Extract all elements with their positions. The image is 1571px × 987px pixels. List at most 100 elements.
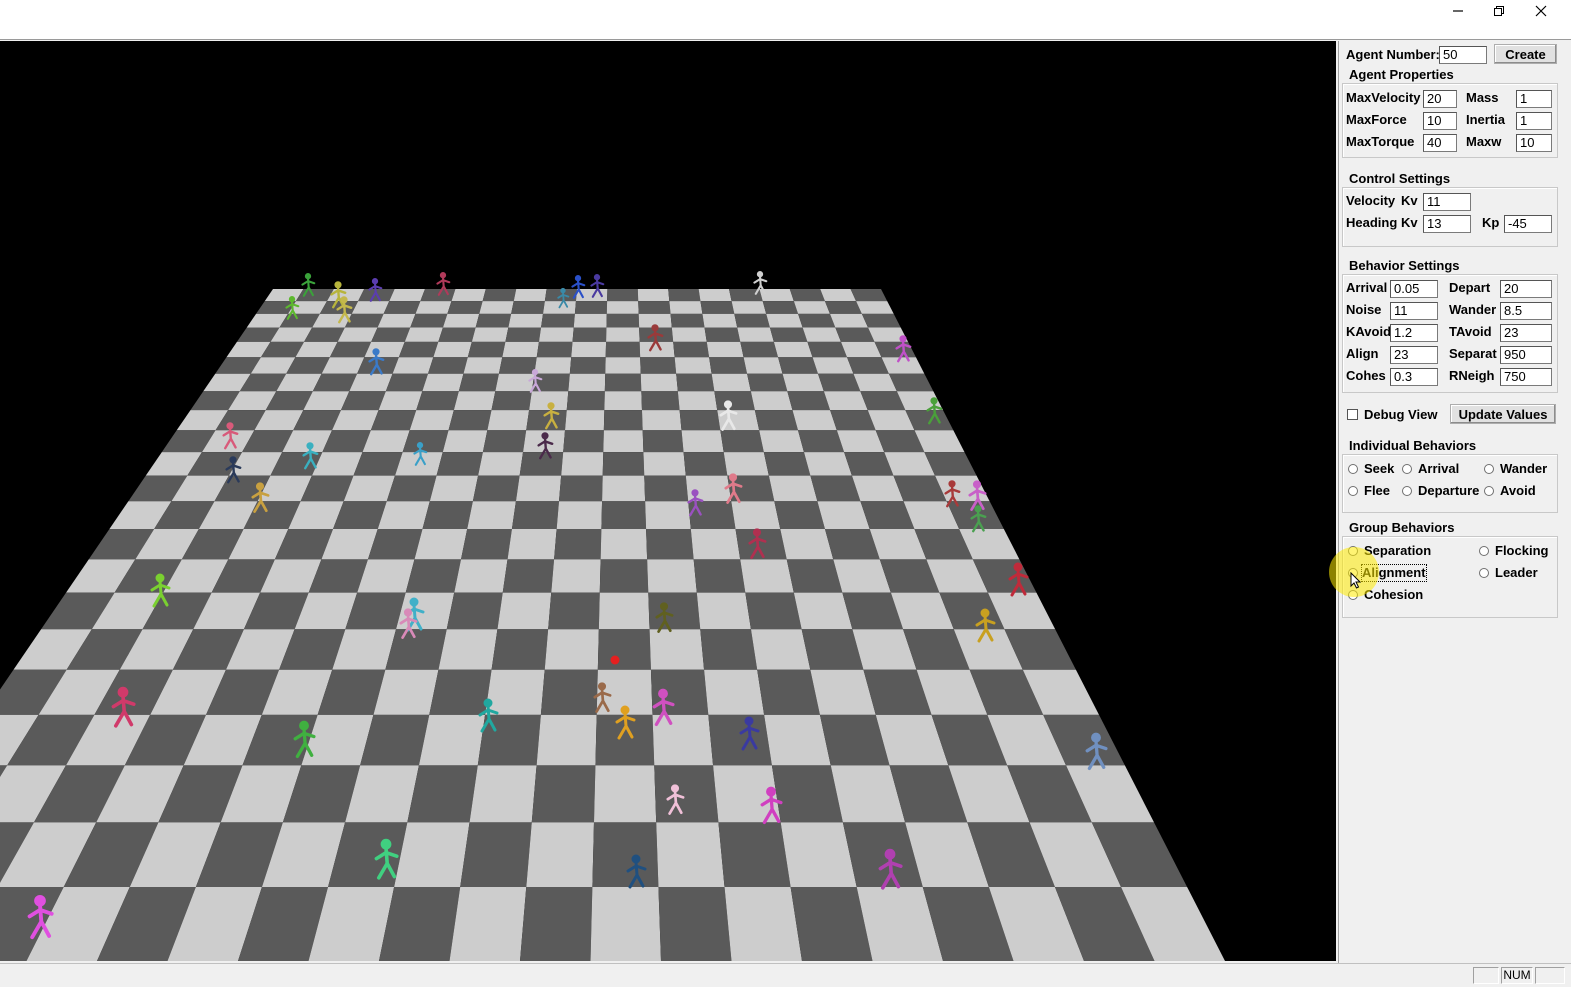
individual-behaviors-title: Individual Behaviors (1347, 438, 1479, 454)
alignment-label[interactable]: Alignment (1361, 564, 1427, 582)
floor-tile (881, 357, 925, 374)
seek-radio[interactable] (1348, 464, 1358, 474)
floor-tile (602, 452, 645, 476)
separat-setting-input[interactable]: 950 (1500, 346, 1552, 364)
floor-tile (724, 886, 802, 961)
floor-tile (427, 357, 468, 374)
flee-radio[interactable] (1348, 486, 1358, 496)
floor-tile (515, 475, 562, 502)
floor-tile (708, 714, 772, 766)
floor-tile (786, 559, 843, 593)
floor-tile (593, 765, 657, 823)
rneigh-setting-input[interactable]: 750 (1500, 368, 1552, 386)
restore-icon (1494, 6, 1504, 16)
tavoid-setting-input[interactable]: 23 (1500, 324, 1552, 342)
flocking-radio[interactable] (1479, 546, 1489, 556)
cohesion-radio[interactable] (1348, 590, 1358, 600)
floor-tile (604, 373, 642, 392)
wander-setting-input[interactable]: 8.5 (1500, 302, 1552, 320)
maxw-input[interactable]: 10 (1516, 134, 1552, 152)
minimize-button[interactable] (1438, 0, 1478, 22)
floor-tile (671, 327, 707, 342)
departure-radio[interactable] (1402, 486, 1412, 496)
debug-view-label[interactable]: Debug View (1364, 407, 1437, 423)
maxvelocity-input[interactable]: 20 (1423, 90, 1457, 108)
scene-canvas[interactable] (0, 41, 1336, 961)
align-setting-label: Align (1346, 346, 1379, 361)
kp-input[interactable]: -45 (1504, 215, 1552, 233)
floor-tile (766, 313, 803, 328)
heading-kv-input[interactable]: 13 (1423, 215, 1471, 233)
floor-tile (711, 373, 751, 392)
leader-label[interactable]: Leader (1495, 565, 1538, 581)
kavoid-setting-input[interactable]: 1.2 (1390, 324, 1438, 342)
floor-tile (874, 341, 916, 358)
close-button[interactable] (1521, 0, 1561, 22)
floor-tile (690, 529, 741, 560)
update-values-button[interactable]: Update Values (1450, 404, 1556, 424)
leader-radio[interactable] (1479, 568, 1489, 578)
noise-setting-input[interactable]: 11 (1390, 302, 1438, 320)
floor-tile (534, 357, 572, 374)
floor-tile (402, 430, 449, 453)
cohes-setting-input[interactable]: 0.3 (1390, 368, 1438, 386)
floor-tile (405, 559, 462, 593)
floor-tile (491, 629, 549, 670)
title-bar (0, 0, 1571, 40)
maxtorque-input[interactable]: 40 (1423, 134, 1457, 152)
maxvelocity-label: MaxVelocity (1346, 90, 1421, 105)
floor-tile (676, 373, 715, 392)
maxforce-input[interactable]: 10 (1423, 112, 1457, 130)
floor-tile (454, 559, 508, 593)
inertia-input[interactable]: 1 (1516, 112, 1552, 130)
floor-tile (544, 629, 599, 670)
debug-view-checkbox[interactable] (1347, 409, 1358, 420)
floor-tile (734, 313, 770, 328)
floor-tile (605, 357, 641, 374)
floor-tile (720, 430, 764, 453)
floor-tile (463, 357, 503, 374)
floor-tile (389, 289, 425, 302)
floor-tile (520, 886, 593, 961)
velocity-kv-input[interactable]: 11 (1423, 193, 1471, 211)
separation-label[interactable]: Separation (1364, 543, 1431, 559)
simulation-viewport[interactable] (0, 41, 1336, 961)
create-button[interactable]: Create (1494, 44, 1557, 64)
separation-radio[interactable] (1348, 546, 1358, 556)
floor-tile (385, 373, 428, 392)
arrival-label[interactable]: Arrival (1418, 461, 1459, 477)
floor-tile (395, 452, 443, 476)
wander-radio[interactable] (1484, 464, 1494, 474)
target-marker (610, 655, 620, 665)
floor-tile (497, 592, 552, 630)
floor-tile (648, 592, 701, 630)
floor-tile (731, 301, 767, 314)
departure-label[interactable]: Departure (1418, 483, 1479, 499)
floor-tile (377, 501, 430, 529)
floor-tile (645, 501, 691, 529)
floor-tile (606, 301, 639, 314)
floor-tile (830, 410, 876, 431)
floor-tile (409, 410, 454, 431)
floor-tile (856, 301, 894, 314)
flee-label[interactable]: Flee (1364, 483, 1390, 499)
floor-tile (574, 301, 608, 314)
agent-number-input[interactable]: 50 (1439, 46, 1487, 64)
wander-label[interactable]: Wander (1500, 461, 1547, 477)
flocking-label[interactable]: Flocking (1495, 543, 1548, 559)
depart-setting-input[interactable]: 20 (1500, 280, 1552, 298)
arrival-setting-input[interactable]: 0.05 (1390, 280, 1438, 298)
floor-tile (807, 341, 848, 358)
mass-input[interactable]: 1 (1516, 90, 1552, 108)
floor-tile (861, 313, 901, 328)
align-setting-input[interactable]: 23 (1390, 346, 1438, 364)
noise-setting-label: Noise (1346, 302, 1382, 317)
seek-label[interactable]: Seek (1364, 461, 1394, 477)
arrival-radio[interactable] (1402, 464, 1412, 474)
floor-tile (723, 452, 769, 476)
restore-button[interactable] (1479, 0, 1519, 22)
floor-tile (683, 452, 728, 476)
avoid-label[interactable]: Avoid (1500, 483, 1536, 499)
cohesion-label[interactable]: Cohesion (1364, 587, 1423, 603)
avoid-radio[interactable] (1484, 486, 1494, 496)
